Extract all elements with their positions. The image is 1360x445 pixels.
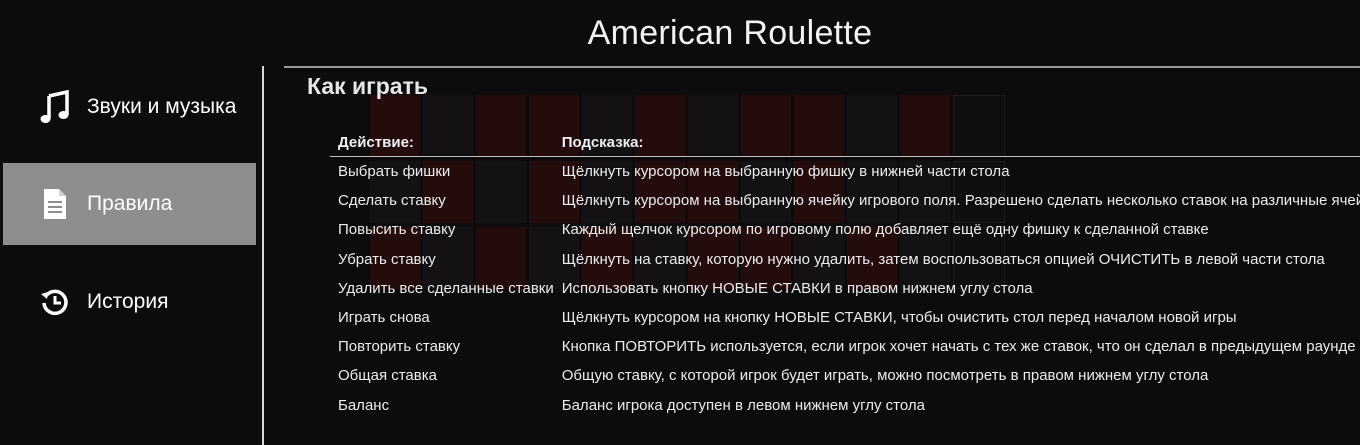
history-icon	[35, 282, 75, 322]
column-header-hint: Подсказка:	[553, 132, 1360, 157]
sidebar-item-rules[interactable]: Правила	[3, 163, 256, 245]
table-row: Общая ставка Общую ставку, с которой игр…	[330, 361, 1360, 390]
action-cell: Выбрать фишки	[338, 163, 451, 181]
title-bar: American Roulette	[0, 0, 1360, 66]
table-row: Баланс Баланс игрока доступен в левом ни…	[330, 391, 1360, 420]
action-cell: Играть снова	[338, 309, 430, 327]
action-cell: Удалить все сделанные ставки	[338, 279, 554, 297]
hint-cell: Каждый щелчок курсором по игровому полю …	[561, 221, 1209, 239]
hint-cell: Щёлкнуть курсором на кнопку НОВЫЕ СТАВКИ…	[561, 309, 1237, 327]
sidebar-item-label: Звуки и музыка	[87, 95, 237, 118]
sidebar-divider	[262, 66, 264, 445]
table-row: Выбрать фишки Щёлкнуть курсором на выбра…	[330, 157, 1360, 187]
hint-cell: Кнопка ПОВТОРИТЬ используется, если игро…	[561, 338, 1356, 356]
hint-cell: Щёлкнуть курсором на выбранную фишку в н…	[561, 163, 1010, 181]
music-note-icon	[35, 87, 75, 127]
settings-sidebar: Звуки и музыка Правила История	[0, 66, 262, 445]
table-row: Удалить все сделанные ставки Использоват…	[330, 274, 1360, 303]
rules-table: Действие: Подсказка: Выбрать фишки Щёлкн…	[330, 132, 1360, 420]
action-cell: Общая ставка	[338, 367, 437, 385]
hint-cell: Щёлкнуть курсором на выбранную ячейку иг…	[561, 192, 1360, 210]
action-cell: Повысить ставку	[338, 221, 456, 239]
action-cell: Сделать ставку	[338, 192, 446, 210]
table-row: Играть снова Щёлкнуть курсором на кнопку…	[330, 303, 1360, 332]
action-cell: Убрать ставку	[338, 250, 436, 268]
sidebar-item-sounds[interactable]: Звуки и музыка	[3, 66, 256, 148]
hint-cell: Общую ставку, с которой игрок будет игра…	[561, 367, 1209, 385]
hint-cell: Щёлкнуть на ставку, которую нужно удалит…	[561, 250, 1325, 268]
document-icon	[35, 184, 75, 224]
action-cell: Баланс	[338, 396, 390, 414]
rules-panel: Как играть Действие: Подсказка: Выбрать …	[305, 68, 1360, 445]
table-row: Повторить ставку Кнопка ПОВТОРИТЬ исполь…	[330, 332, 1360, 361]
game-title: American Roulette	[587, 13, 873, 52]
sidebar-item-label: История	[87, 290, 169, 313]
table-header-row: Действие: Подсказка:	[330, 132, 1360, 157]
column-header-action: Действие:	[330, 132, 554, 157]
table-row: Повысить ставку Каждый щелчок курсором п…	[330, 215, 1360, 244]
sidebar-item-history[interactable]: История	[3, 261, 256, 343]
table-row: Убрать ставку Щёлкнуть на ставку, котору…	[330, 245, 1360, 274]
hint-cell: Использовать кнопку НОВЫЕ СТАВКИ в право…	[561, 279, 1033, 297]
section-title: Как играть	[307, 73, 428, 99]
action-cell: Повторить ставку	[338, 338, 461, 356]
table-row: Сделать ставку Щёлкнуть курсором на выбр…	[330, 186, 1360, 215]
hint-cell: Баланс игрока доступен в левом нижнем уг…	[561, 396, 925, 414]
sidebar-item-label: Правила	[87, 192, 173, 215]
